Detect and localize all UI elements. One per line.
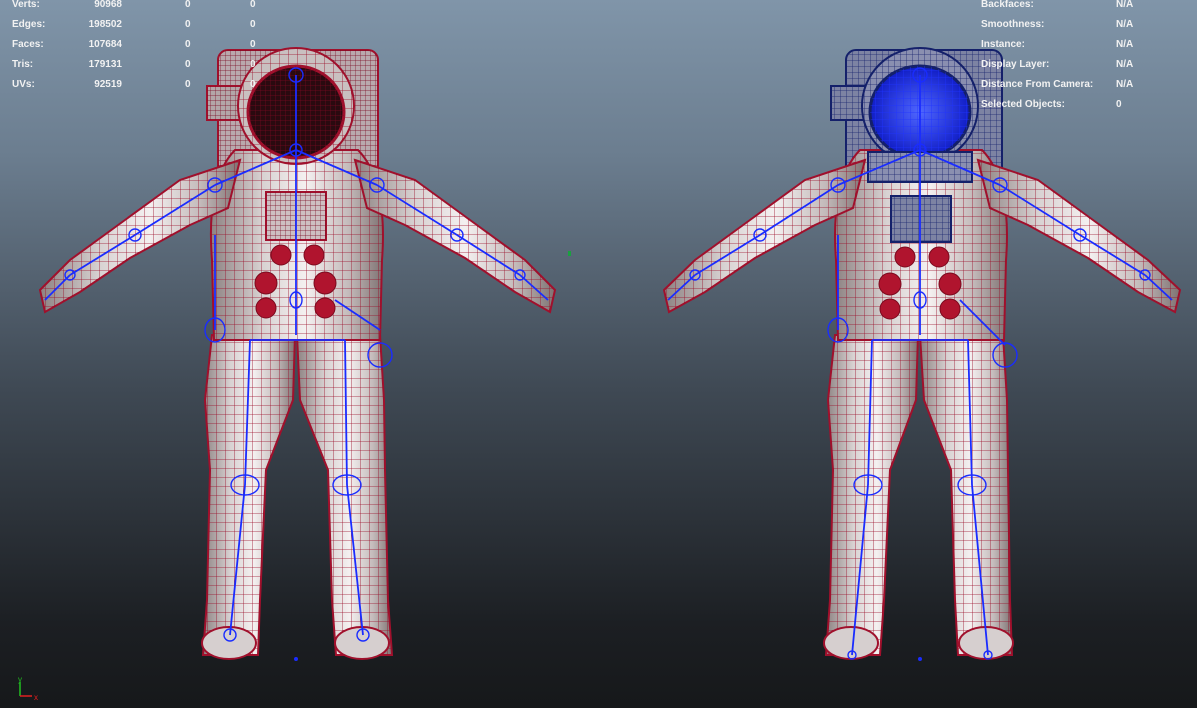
- view-axis-icon: y x: [18, 675, 38, 702]
- hud-value: N/A: [1116, 79, 1134, 90]
- hud-row-smoothness: Smoothness: N/A: [0, 15, 1197, 35]
- hud-value: N/A: [1116, 39, 1134, 50]
- hud-label: Backfaces:: [981, 0, 1034, 10]
- astronaut-left-model[interactable]: [38, 47, 557, 661]
- hud-value: 0: [1116, 99, 1122, 110]
- viewport-3d[interactable]: Verts: 90968 0 0 Edges: 198502 0 0 Faces…: [0, 0, 1197, 708]
- hud-row-instance: Instance: N/A: [0, 35, 1197, 55]
- axis-x-label: x: [34, 693, 38, 702]
- hud-row-display-layer: Display Layer: N/A: [0, 55, 1197, 75]
- pivot-marker[interactable]: [568, 251, 571, 256]
- hud-value: N/A: [1116, 0, 1134, 10]
- hud-value: N/A: [1116, 19, 1134, 30]
- astronaut-right-model[interactable]: [662, 47, 1182, 661]
- hud-value: N/A: [1116, 59, 1134, 70]
- hud-label: Display Layer:: [981, 59, 1050, 70]
- hud-row-selected-objects: Selected Objects: 0: [0, 95, 1197, 115]
- hud-label: Distance From Camera:: [981, 79, 1094, 90]
- axis-y-label: y: [18, 675, 22, 684]
- hud-label: Selected Objects:: [981, 99, 1065, 110]
- object-details-hud: Backfaces: N/A Smoothness: N/A Instance:…: [0, 0, 1197, 115]
- hud-row-backfaces: Backfaces: N/A: [0, 0, 1197, 15]
- hud-label: Instance:: [981, 39, 1025, 50]
- hud-row-distance-from-camera: Distance From Camera: N/A: [0, 75, 1197, 95]
- hud-label: Smoothness:: [981, 19, 1045, 30]
